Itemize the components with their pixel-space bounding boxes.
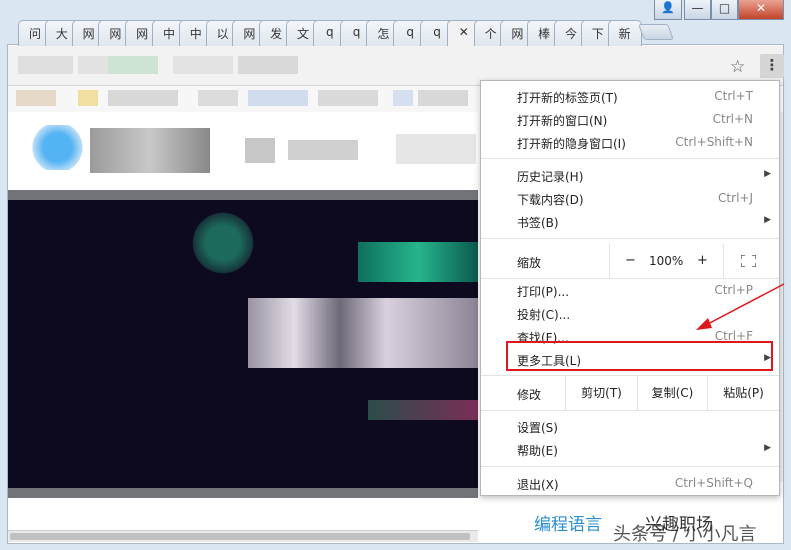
more-tools-highlight-box	[506, 341, 773, 371]
address-bar-blur	[238, 56, 298, 74]
tab-strip: 问大网网网中中以网发文 q q 怎 q q ✕ 个网棒今下新	[18, 20, 658, 46]
menu-label: 历史记录(H)	[517, 170, 584, 184]
address-bar-blur	[18, 56, 73, 74]
menu-item-help[interactable]: 帮助(E) ▶	[481, 438, 779, 461]
zoom-in-button[interactable]: +	[697, 253, 708, 268]
menu-item-bookmarks[interactable]: 书签(B) ▶	[481, 210, 779, 233]
profile-button[interactable]: 👤	[654, 0, 682, 20]
address-bar-blur	[108, 56, 158, 74]
zoom-divider	[609, 244, 610, 278]
cut-button[interactable]: 剪切(T)	[565, 376, 637, 410]
submenu-arrow-icon: ▶	[764, 169, 771, 179]
bookmarks-bar	[8, 86, 478, 112]
user-icon: 👤	[661, 1, 675, 14]
close-icon: ✕	[755, 1, 767, 15]
menu-label: 投射(C)...	[517, 308, 571, 322]
menu-separator	[481, 410, 779, 411]
bookmark-blur[interactable]	[198, 90, 238, 106]
nav-blur[interactable]	[245, 138, 275, 163]
banner-top-bar	[8, 190, 478, 200]
bookmark-blur[interactable]	[418, 90, 468, 106]
minimize-icon: —	[691, 1, 704, 15]
horizontal-scrollbar[interactable]	[8, 530, 478, 542]
menu-shortcut: Ctrl+Shift+N	[675, 135, 753, 149]
menu-label: 帮助(E)	[517, 444, 558, 458]
zoom-out-button[interactable]: −	[625, 253, 636, 268]
banner-logo-blur	[188, 208, 258, 278]
maximize-button[interactable]: □	[711, 0, 738, 20]
menu-item-downloads[interactable]: 下载内容(D) Ctrl+J	[481, 187, 779, 210]
banner-title-blur	[248, 298, 478, 368]
menu-edit-row: 修改 剪切(T) 复制(C) 粘贴(P)	[481, 376, 779, 410]
zoom-value: 100%	[649, 254, 684, 268]
site-logo[interactable]	[30, 125, 85, 170]
bookmark-blur[interactable]	[248, 90, 308, 106]
zoom-divider	[723, 244, 724, 278]
tab-label: 新	[618, 27, 631, 41]
menu-item-new-incognito[interactable]: 打开新的隐身窗口(I) Ctrl+Shift+N	[481, 131, 779, 154]
watermark-left: 编程语言	[534, 515, 602, 535]
bookmark-blur[interactable]	[393, 90, 413, 106]
menu-item-settings[interactable]: 设置(S)	[481, 415, 779, 438]
menu-label: 打开新的窗口(N)	[517, 114, 608, 128]
fullscreen-icon[interactable]	[741, 255, 756, 267]
menu-shortcut: Ctrl+J	[718, 191, 753, 205]
kebab-icon: ⋮	[764, 56, 780, 74]
banner-bottom-bar	[8, 488, 478, 498]
page-banner	[8, 190, 478, 498]
new-tab-button[interactable]	[638, 24, 674, 40]
search-box-blur[interactable]	[396, 134, 476, 164]
submenu-arrow-icon: ▶	[764, 215, 771, 225]
chrome-menu-button[interactable]: ⋮	[760, 54, 784, 78]
bookmark-star-icon[interactable]: ☆	[730, 57, 745, 77]
menu-separator	[481, 466, 779, 467]
maximize-icon: □	[718, 1, 731, 15]
menu-item-history[interactable]: 历史记录(H) ▶	[481, 164, 779, 187]
close-button[interactable]: ✕	[738, 0, 784, 20]
bookmark-blur[interactable]	[318, 90, 378, 106]
menu-label: 退出(X)	[517, 478, 559, 492]
annotation-arrow-icon	[696, 283, 785, 330]
menu-zoom-row: 缩放 − 100% +	[481, 244, 779, 278]
scrollbar-thumb[interactable]	[10, 533, 470, 540]
watermark-overlay: 头条号 / 小小凡言	[613, 524, 757, 545]
banner-subtitle-blur	[368, 400, 478, 420]
menu-label: 打开新的标签页(T)	[517, 91, 618, 105]
menu-shortcut: Ctrl+T	[714, 89, 753, 103]
menu-item-new-window[interactable]: 打开新的窗口(N) Ctrl+N	[481, 108, 779, 131]
menu-separator	[481, 238, 779, 239]
bookmark-blur[interactable]	[108, 90, 178, 106]
menu-label: 打印(P)...	[517, 285, 570, 299]
edit-label: 修改	[517, 388, 542, 402]
menu-separator	[481, 158, 779, 159]
bookmark-blur[interactable]	[16, 90, 56, 106]
menu-label: 下载内容(D)	[517, 193, 584, 207]
banner-heading-blur	[358, 242, 478, 282]
address-bar-blur	[173, 56, 233, 74]
nav-blur[interactable]	[288, 140, 358, 160]
zoom-label: 缩放	[517, 256, 542, 270]
menu-shortcut: Ctrl+Shift+Q	[674, 476, 753, 490]
copy-button[interactable]: 复制(C)	[637, 376, 707, 410]
tab[interactable]: 新	[607, 20, 642, 46]
menu-item-new-tab[interactable]: 打开新的标签页(T) Ctrl+T	[481, 85, 779, 108]
submenu-arrow-icon: ▶	[764, 443, 771, 453]
site-name-blur	[90, 128, 210, 173]
minimize-button[interactable]: —	[684, 0, 711, 20]
menu-shortcut: Ctrl+N	[712, 112, 753, 126]
bookmark-blur[interactable]	[78, 90, 98, 106]
menu-label: 书签(B)	[517, 216, 559, 230]
menu-item-exit[interactable]: 退出(X) Ctrl+Shift+Q	[481, 472, 779, 495]
menu-label: 设置(S)	[517, 421, 558, 435]
paste-button[interactable]: 粘贴(P)	[707, 376, 779, 410]
menu-label: 打开新的隐身窗口(I)	[517, 137, 626, 151]
